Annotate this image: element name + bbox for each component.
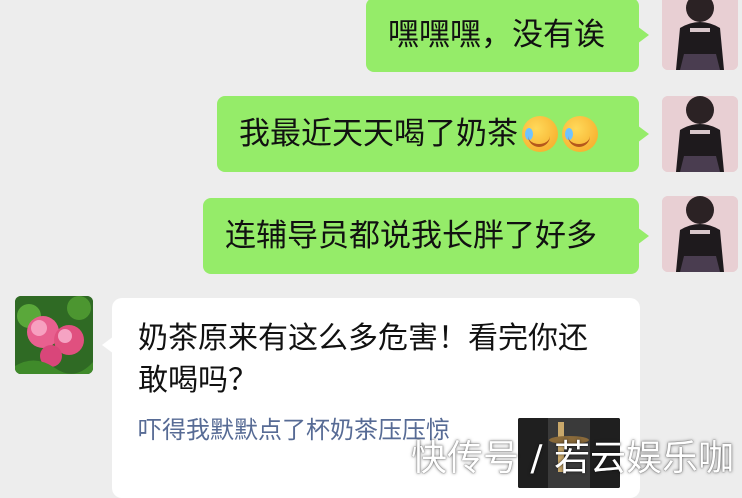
self-avatar[interactable] [662, 196, 738, 272]
user-avatar-icon [662, 96, 738, 172]
article-subtitle: 吓得我默默点了杯奶茶压压惊 [138, 416, 450, 444]
message-text: 嘿嘿嘿，没有诶 [388, 17, 605, 53]
self-avatar[interactable] [662, 0, 738, 70]
outgoing-message-bubble[interactable]: 嘿嘿嘿，没有诶 [366, 0, 639, 72]
laughing-tears-emoji-icon [522, 116, 558, 152]
message-text: 连辅导员都说我长胖了好多 [225, 218, 597, 254]
article-title: 奶茶原来有这么多危害！看完你还敢喝吗？ [138, 321, 588, 398]
user-avatar-icon [662, 0, 738, 70]
laughing-tears-emoji-icon [562, 116, 598, 152]
message-text: 我最近天天喝了奶茶 [239, 116, 518, 152]
self-avatar[interactable] [662, 96, 738, 172]
contact-avatar[interactable] [15, 296, 93, 374]
outgoing-message-bubble[interactable]: 我最近天天喝了奶茶 [217, 96, 639, 172]
outgoing-message-bubble[interactable]: 连辅导员都说我长胖了好多 [203, 198, 639, 274]
flower-avatar-icon [15, 296, 93, 374]
watermark: 快传号 / 若云娱乐咖 [410, 438, 734, 479]
user-avatar-icon [662, 196, 738, 272]
